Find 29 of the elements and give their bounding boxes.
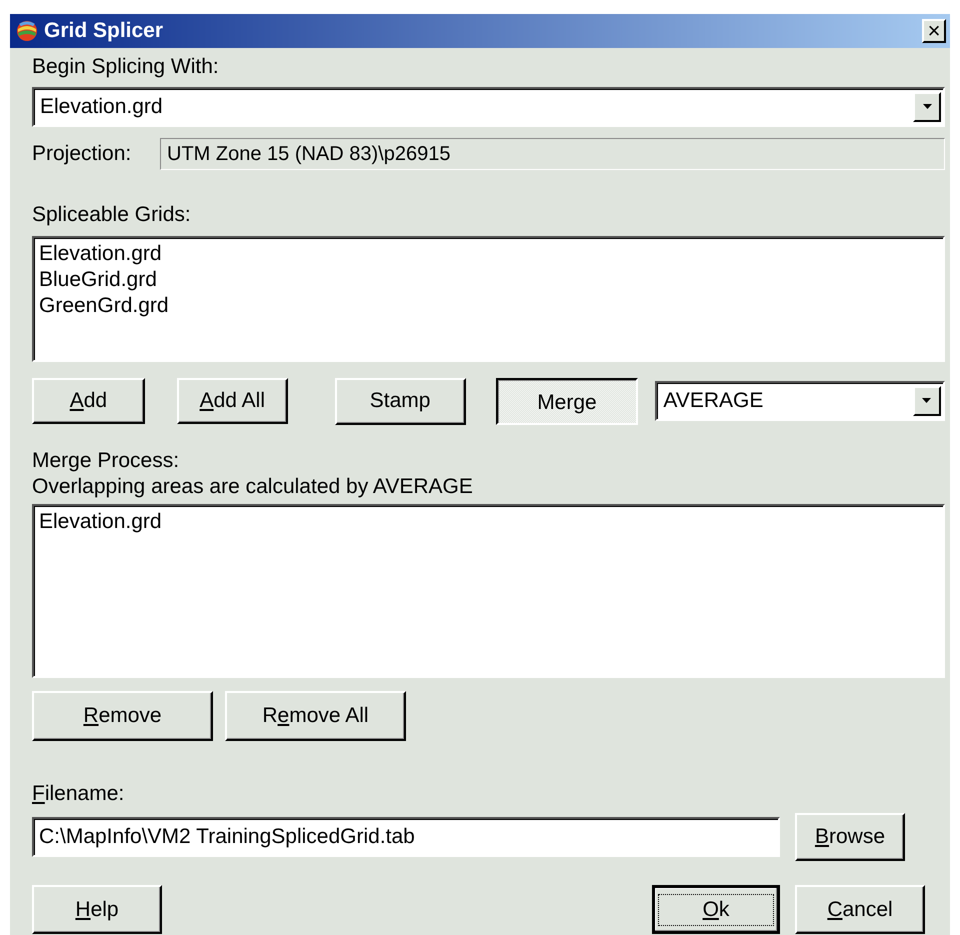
- projection-field: UTM Zone 15 (NAD 83)\p26915: [160, 138, 945, 170]
- method-dropdown[interactable]: AVERAGE: [655, 381, 945, 421]
- close-button[interactable]: ×: [922, 19, 946, 43]
- add-button[interactable]: Add All: [176, 378, 288, 424]
- grid-dropdown[interactable]: Elevation.grd: [32, 87, 945, 127]
- globe-icon: [16, 20, 38, 42]
- list-box[interactable]: Elevation.grd: [32, 504, 945, 678]
- remove-button[interactable]: Remove All: [225, 691, 406, 741]
- ok-button[interactable]: Ok: [652, 885, 780, 934]
- remove-button[interactable]: Remove: [32, 691, 213, 741]
- field-label: Filename:: [32, 781, 126, 807]
- description-text: Overlapping areas are calculated by AVERAGE: [32, 474, 474, 500]
- mode-button[interactable]: Merge: [496, 378, 638, 424]
- mode-button[interactable]: Stamp: [334, 378, 466, 424]
- cancel-button[interactable]: Cancel: [795, 885, 925, 934]
- field-label: Projection:: [32, 141, 132, 167]
- browse-button[interactable]: Browse: [795, 813, 905, 861]
- list-item[interactable]: Elevation.grd: [39, 509, 938, 535]
- list-item[interactable]: Elevation.grd: [39, 241, 938, 267]
- window-title: Grid Splicer: [44, 19, 164, 43]
- list-item[interactable]: BlueGrid.grd: [39, 267, 938, 293]
- add-button[interactable]: Add: [32, 378, 145, 424]
- list-box[interactable]: Elevation.grd BlueGrid.grd GreenGrd.grd: [32, 236, 945, 362]
- list-item[interactable]: GreenGrd.grd: [39, 293, 938, 319]
- help-button[interactable]: Help: [32, 885, 162, 934]
- field-label: Merge Process:: [32, 448, 180, 474]
- field-label: Spliceable Grids:: [32, 202, 192, 228]
- filename-field[interactable]: C:\MapInfo\VM2 TrainingSplicedGrid.tab: [32, 817, 780, 857]
- field-label: Begin Splicing With:: [32, 54, 220, 80]
